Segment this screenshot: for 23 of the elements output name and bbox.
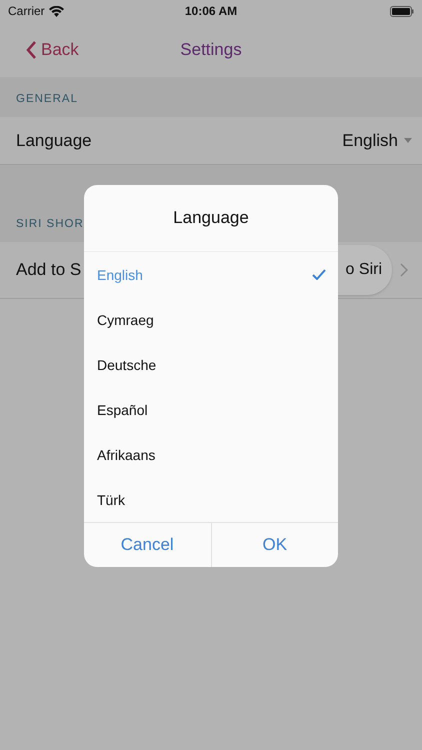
dialog-title: Language — [173, 208, 249, 228]
carrier-label: Carrier — [8, 4, 45, 18]
battery-icon — [390, 6, 414, 16]
status-time: 10:06 AM — [184, 4, 238, 18]
row-label: Language — [16, 130, 92, 150]
language-option[interactable]: Afrikaans — [84, 432, 338, 477]
caret-down-icon — [404, 138, 412, 143]
cancel-button[interactable]: Cancel — [84, 523, 210, 567]
row-label: Add to S — [16, 260, 82, 280]
chevron-right-icon — [400, 263, 408, 277]
language-option[interactable]: Deutsche — [84, 342, 338, 387]
section-header: SIRI SHOR — [16, 218, 84, 230]
language-dropdown[interactable]: English — [342, 130, 412, 150]
language-option[interactable]: Español — [84, 387, 338, 432]
wifi-icon — [48, 6, 64, 16]
ok-button[interactable]: OK — [210, 523, 338, 567]
checkmark-icon — [312, 269, 326, 280]
section-header: GENERAL — [16, 93, 78, 105]
nav-title: Settings — [180, 40, 242, 60]
language-option[interactable]: Türk — [84, 477, 338, 522]
chevron-left-icon — [26, 40, 37, 58]
language-option[interactable]: Cymraeg — [84, 297, 338, 342]
back-button[interactable]: Back — [0, 40, 79, 60]
